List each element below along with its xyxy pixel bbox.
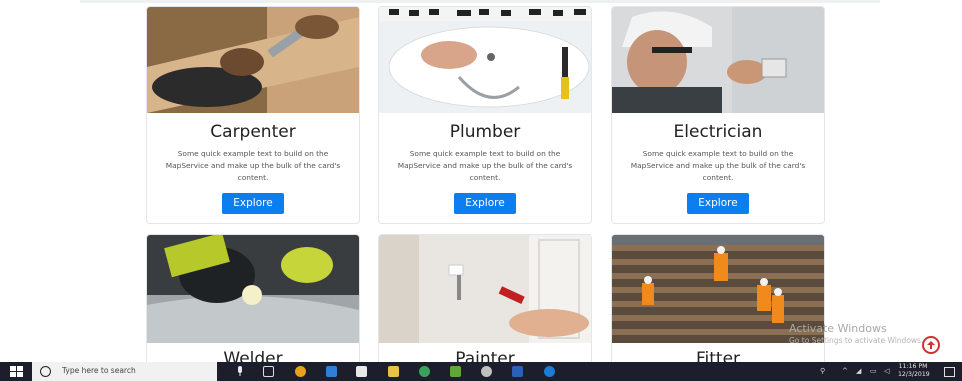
windows-start-icon[interactable] — [10, 366, 23, 377]
card-painter: Painter — [378, 234, 592, 362]
card-title: Welder — [223, 349, 283, 362]
card-text: Some quick example text to build on the … — [165, 149, 341, 182]
notifications-icon[interactable] — [944, 367, 955, 377]
taskbar-search-box[interactable]: Type here to search — [32, 362, 217, 381]
card-title: Plumber — [449, 122, 521, 142]
network-icon[interactable]: ◢ — [856, 367, 861, 375]
settings-icon[interactable] — [481, 366, 492, 377]
cortana-icon — [40, 366, 51, 377]
search-placeholder: Type here to search — [62, 366, 136, 375]
task-view-icon[interactable] — [263, 366, 274, 377]
windows-taskbar: Type here to search ⚲ ^ ◢ ▭ ◁ 11:16 PM 1… — [0, 362, 962, 381]
arrow-up-icon — [927, 341, 935, 349]
microphone-icon[interactable] — [236, 366, 244, 377]
word-icon[interactable] — [512, 366, 523, 377]
volume-icon[interactable]: ◁ — [884, 367, 889, 375]
clock-time: 11:16 PM — [898, 363, 928, 370]
clock-date: 12/3/2019 — [898, 371, 930, 378]
chrome-icon[interactable] — [295, 366, 306, 377]
explore-button[interactable]: Explore — [454, 193, 516, 214]
explore-button[interactable]: Explore — [687, 193, 749, 214]
edge-icon[interactable] — [544, 366, 555, 377]
electrician-image — [612, 7, 824, 113]
card-title: Carpenter — [210, 122, 296, 142]
welder-image — [147, 235, 359, 343]
app-icon[interactable] — [419, 366, 430, 377]
card-carpenter: Carpenter Some quick example text to bui… — [146, 6, 360, 224]
card-text: Some quick example text to build on the … — [630, 149, 806, 182]
card-title: Electrician — [673, 122, 763, 142]
card-plumber: Plumber Some quick example text to build… — [378, 6, 592, 224]
chevron-up-icon[interactable]: ^ — [842, 367, 848, 375]
photos-icon[interactable] — [450, 366, 461, 377]
card-title: Fitter — [695, 349, 741, 362]
explore-button[interactable]: Explore — [222, 193, 284, 214]
people-icon[interactable]: ⚲ — [820, 367, 825, 375]
taskbar-clock[interactable]: 11:16 PM 12/3/2019 — [898, 363, 930, 379]
activation-watermark-title: Activate Windows — [789, 322, 887, 335]
card-welder: Welder — [146, 234, 360, 362]
card-title: Painter — [455, 349, 515, 362]
file-explorer-icon[interactable] — [388, 366, 399, 377]
page: Carpenter Some quick example text to bui… — [0, 0, 962, 362]
card-electrician: Electrician Some quick example text to b… — [611, 6, 825, 224]
plumber-image — [379, 7, 591, 113]
card-text: Some quick example text to build on the … — [397, 149, 573, 182]
battery-icon[interactable]: ▭ — [870, 367, 877, 375]
carpenter-image — [147, 7, 359, 113]
scroll-to-top-button[interactable] — [922, 336, 940, 354]
painter-image — [379, 235, 591, 343]
activation-watermark-subtitle: Go to Settings to activate Windows. — [789, 336, 924, 345]
mail-icon[interactable] — [356, 366, 367, 377]
top-divider — [80, 0, 880, 3]
store-icon[interactable] — [326, 366, 337, 377]
